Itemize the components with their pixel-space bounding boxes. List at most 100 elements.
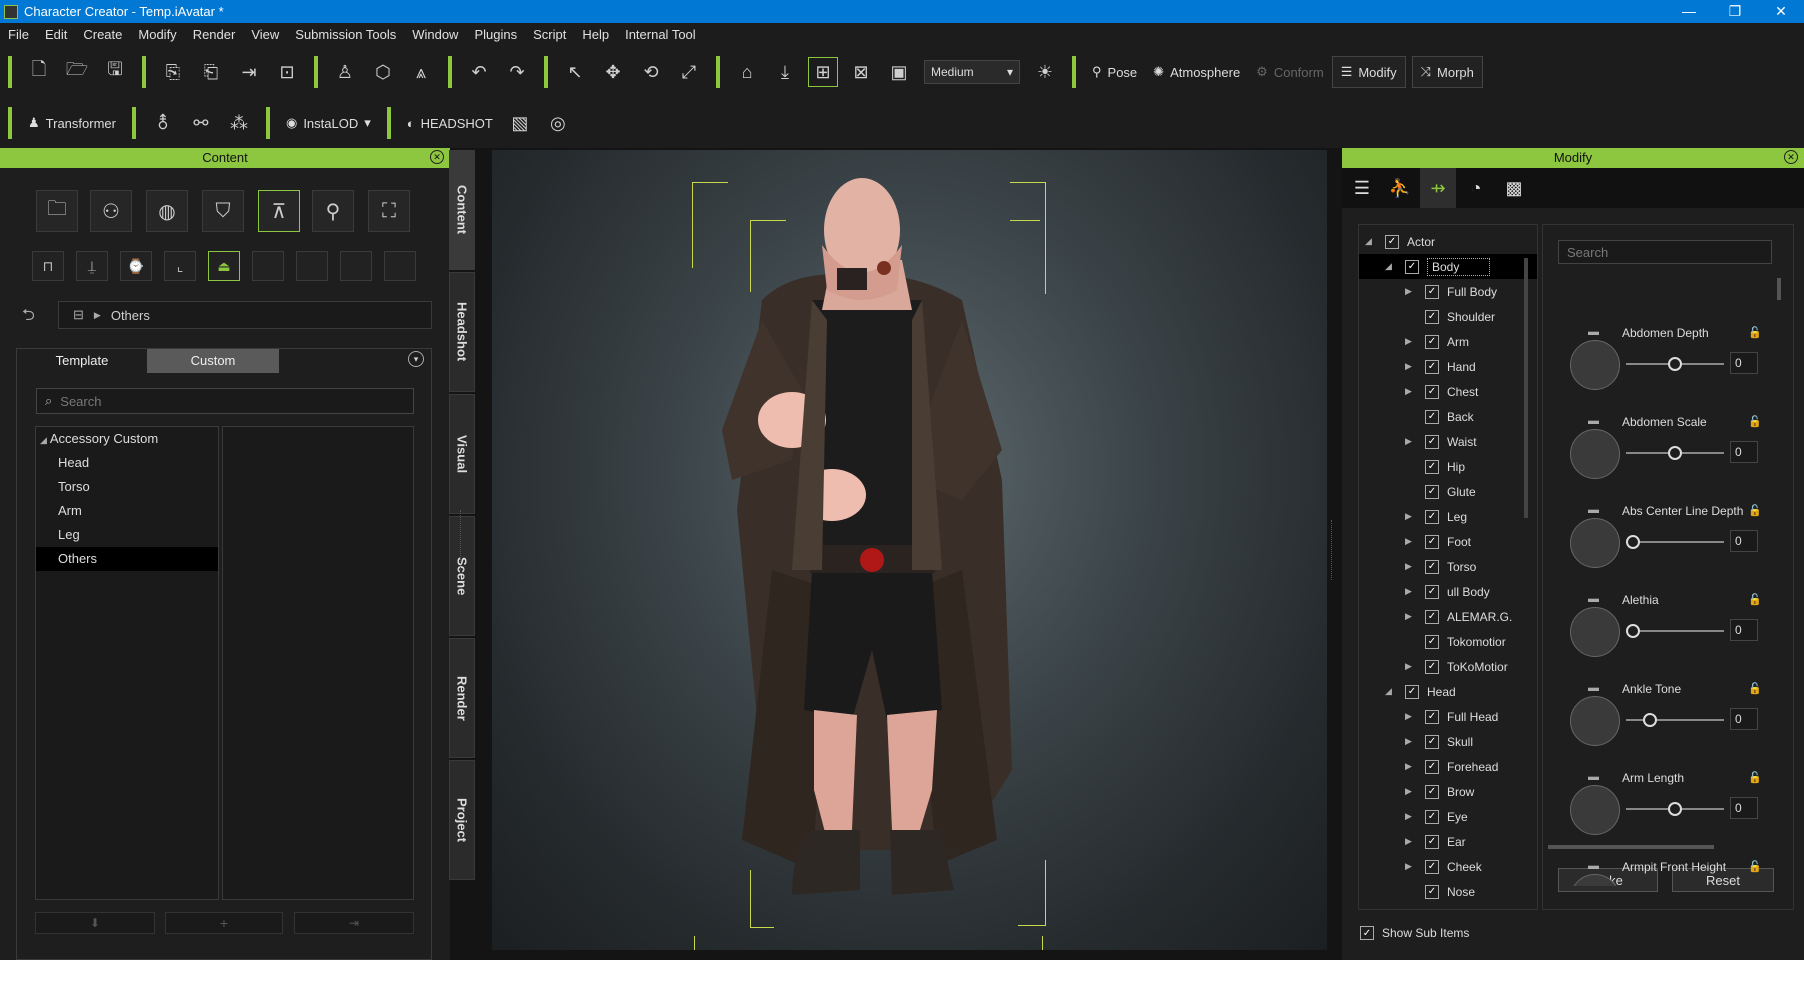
lock-icon[interactable]: 🔓	[1748, 415, 1762, 428]
checkbox-icon[interactable]: ✓	[1425, 334, 1439, 349]
atmosphere-button[interactable]: ✺ Atmosphere	[1145, 56, 1248, 88]
checkbox-icon[interactable]: ✓	[1425, 759, 1439, 774]
expand-icon[interactable]: ▶	[1405, 736, 1417, 747]
menu-window[interactable]: Window	[404, 27, 466, 42]
tab-attribute-icon[interactable]: ☰	[1344, 168, 1380, 208]
slider-value-input[interactable]: 0	[1730, 619, 1758, 641]
checkbox-icon[interactable]: ✓	[1425, 809, 1439, 824]
tree-row[interactable]: ✓ Hip	[1359, 454, 1537, 479]
checkbox-icon[interactable]: ✓	[1425, 484, 1439, 499]
headshot-button[interactable]: ◐ HEADSHOT	[399, 107, 501, 139]
tree-row[interactable]: ✓ Nose	[1359, 879, 1537, 904]
conform-button[interactable]: ⚙ Conform	[1248, 56, 1332, 88]
menu-help[interactable]: Help	[574, 27, 617, 42]
folder-icon[interactable]: 🗀	[36, 190, 78, 232]
slider-thumb[interactable]	[1642, 713, 1657, 727]
expand-icon[interactable]: ▶	[1405, 586, 1417, 597]
modify-search-input[interactable]: Search	[1558, 240, 1772, 264]
tab-morph-icon[interactable]: ⇸	[1420, 168, 1456, 208]
menu-plugins[interactable]: Plugins	[466, 27, 525, 42]
checkbox-icon[interactable]: ✓	[1425, 884, 1439, 899]
sidetab-visual[interactable]: Visual	[449, 394, 475, 514]
close-icon[interactable]: ✕	[1784, 150, 1798, 164]
scale-icon[interactable]: ⤢	[674, 57, 704, 87]
expand-icon[interactable]: ▶	[1405, 436, 1417, 447]
tree-row[interactable]: ▶ ✓ ull Body	[1359, 579, 1537, 604]
tree-row[interactable]: ✓ Shoulder	[1359, 304, 1537, 329]
slider-track[interactable]	[1626, 541, 1724, 543]
tree-row[interactable]: ✓ Back	[1359, 404, 1537, 429]
replace-button[interactable]: ⇥	[294, 912, 414, 934]
checkbox-icon[interactable]: ✓	[1425, 834, 1439, 849]
slider-thumb[interactable]	[1668, 802, 1682, 816]
checkbox-icon[interactable]: ✓	[1425, 309, 1439, 324]
import-icon[interactable]: ⎘	[158, 57, 188, 87]
slider-thumb[interactable]	[1626, 624, 1640, 638]
tree-row[interactable]: ▶ ✓ Chest	[1359, 379, 1537, 404]
undo-icon[interactable]: ↶	[464, 57, 494, 87]
show-sub-items-checkbox[interactable]: ✓ Show Sub Items	[1360, 926, 1469, 940]
collapse-icon[interactable]: ◢	[1365, 236, 1377, 247]
expand-icon[interactable]: ▶	[1405, 561, 1417, 572]
slider-track[interactable]	[1626, 719, 1724, 721]
character-icon[interactable]: ♙	[330, 57, 360, 87]
save-icon[interactable]: 🖫	[100, 57, 130, 87]
tree-row[interactable]: ▶ ✓ ALEMAR.G.	[1359, 604, 1537, 629]
tree-item-leg[interactable]: Leg	[36, 523, 218, 547]
menu-edit[interactable]: Edit	[37, 27, 75, 42]
toggle-icon[interactable]: ▬	[1588, 593, 1599, 605]
slider-value-input[interactable]: 0	[1730, 708, 1758, 730]
tab-material-icon[interactable]: ◔	[1458, 168, 1494, 208]
checkbox-icon[interactable]: ✓	[1425, 434, 1439, 449]
tree-root[interactable]: ◢ Accessory Custom	[36, 427, 218, 451]
menu-render[interactable]: Render	[185, 27, 244, 42]
toggle-icon[interactable]: ▬	[1588, 415, 1599, 427]
toggle-icon[interactable]: ▬	[1588, 860, 1599, 872]
checkbox-icon[interactable]: ✓	[1425, 284, 1439, 299]
checkbox-icon[interactable]: ✓	[1405, 259, 1419, 274]
expand-icon[interactable]: ▶	[1405, 361, 1417, 372]
instalod-button[interactable]: ◉ InstaLOD ▾	[278, 107, 379, 139]
accessory-category-icon[interactable]: ⊼	[258, 190, 300, 232]
expand-icon[interactable]: ▶	[1405, 861, 1417, 872]
tab-template[interactable]: Template	[17, 349, 147, 373]
accessory-icon[interactable]: ⩓	[406, 57, 436, 87]
home-camera-icon[interactable]: ⌂	[732, 57, 762, 87]
tree-row[interactable]: ▶ ✓ Brow	[1359, 779, 1537, 804]
modify-button[interactable]: ☰ Modify	[1331, 56, 1406, 88]
prop-icon[interactable]: ⬡	[368, 57, 398, 87]
tree-row[interactable]: ▶ ✓ Eye	[1359, 804, 1537, 829]
splitter-handle[interactable]	[460, 510, 463, 570]
lock-icon[interactable]: 🔓	[1748, 860, 1762, 873]
headshot-photo-icon[interactable]: ▧	[505, 108, 535, 138]
tree-row[interactable]: ◢ ✓ Head	[1359, 679, 1537, 704]
send-to-icon[interactable]: ⊡	[272, 57, 302, 87]
tab-texture-icon[interactable]: ▩	[1496, 168, 1532, 208]
3d-viewport[interactable]	[492, 150, 1327, 950]
menu-script[interactable]: Script	[525, 27, 574, 42]
slider-value-input[interactable]: 0	[1730, 352, 1758, 374]
toggle-icon[interactable]: ▬	[1588, 771, 1599, 783]
light-icon[interactable]: ☀	[1030, 57, 1060, 87]
tree-row[interactable]: ▶ ✓ Arm	[1359, 329, 1537, 354]
menu-internal-tool[interactable]: Internal Tool	[617, 27, 704, 42]
menu-submission-tools[interactable]: Submission Tools	[287, 27, 404, 42]
bone-edit-icon[interactable]: ⚨	[148, 108, 178, 138]
import-object-icon[interactable]: ⎗	[196, 57, 226, 87]
tree-row[interactable]: ◢ ✓ Actor	[1359, 229, 1537, 254]
expand-icon[interactable]: ▶	[1405, 811, 1417, 822]
expand-icon[interactable]: ▶	[1405, 711, 1417, 722]
checkbox-icon[interactable]: ✓	[1425, 384, 1439, 399]
tree-row[interactable]: ▶ ✓ Foot	[1359, 529, 1537, 554]
export-icon[interactable]: ⇥	[234, 57, 264, 87]
expand-icon[interactable]: ▶	[1405, 386, 1417, 397]
expand-icon[interactable]: ▶	[1405, 786, 1417, 797]
sidetab-project[interactable]: Project	[449, 760, 475, 880]
quality-dropdown[interactable]: Medium ▾	[924, 60, 1020, 84]
tree-item-others[interactable]: Others	[36, 547, 218, 571]
morph-button[interactable]: ⤨ Morph	[1411, 56, 1483, 88]
tree-row[interactable]: ▶ ✓ ToKoMotior	[1359, 654, 1537, 679]
expand-icon[interactable]: ▶	[1405, 511, 1417, 522]
options-chevron-icon[interactable]: ▾	[408, 351, 424, 367]
tree-scrollbar[interactable]	[1524, 258, 1528, 518]
